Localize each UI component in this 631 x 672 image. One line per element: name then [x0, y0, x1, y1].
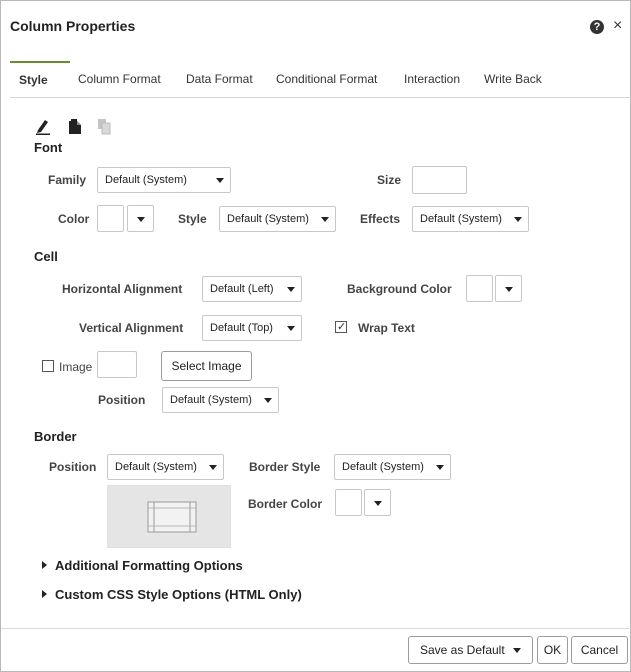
chevron-down-icon [209, 465, 217, 470]
font-effects-label: Effects [360, 212, 401, 226]
font-size-input[interactable] [412, 166, 467, 194]
tab-write-back[interactable]: Write Back [484, 61, 542, 97]
border-color-dropdown[interactable] [364, 489, 391, 516]
font-style-select[interactable]: Default (System) [219, 206, 336, 232]
chevron-down-icon [505, 287, 513, 292]
font-effects-value: Default (System) [420, 213, 502, 225]
additional-formatting-label: Additional Formatting Options [55, 558, 243, 573]
border-position-label: Position [49, 460, 97, 474]
font-effects-select[interactable]: Default (System) [412, 206, 529, 232]
image-label: Image [59, 360, 93, 374]
chevron-down-icon [514, 217, 522, 222]
font-family-label: Family [48, 173, 87, 187]
font-size-label: Size [377, 173, 402, 187]
background-color-label: Background Color [347, 282, 452, 296]
vertical-alignment-label: Vertical Alignment [79, 321, 184, 335]
save-as-default-button[interactable]: Save as Default [408, 636, 533, 664]
image-preview-box [97, 351, 137, 378]
tab-conditional-format[interactable]: Conditional Format [276, 61, 377, 97]
font-color-label: Color [58, 212, 90, 226]
custom-css-expander[interactable]: Custom CSS Style Options (HTML Only) [42, 587, 302, 602]
additional-formatting-expander[interactable]: Additional Formatting Options [42, 558, 243, 573]
edit-icon[interactable] [35, 118, 51, 135]
column-properties-dialog: Column Properties ? × Style Column Forma… [0, 0, 631, 672]
border-style-select[interactable]: Default (System) [334, 454, 451, 480]
font-family-value: Default (System) [105, 174, 187, 186]
image-position-label: Position [98, 393, 146, 407]
custom-css-label: Custom CSS Style Options (HTML Only) [55, 587, 302, 602]
ok-button[interactable]: OK [537, 636, 568, 664]
background-color-dropdown[interactable] [495, 275, 522, 302]
image-checkbox[interactable] [42, 360, 54, 372]
font-style-label: Style [178, 212, 207, 226]
border-style-label: Border Style [249, 460, 321, 474]
horizontal-alignment-select[interactable]: Default (Left) [202, 276, 302, 302]
paste-icon[interactable] [67, 118, 83, 135]
image-position-value: Default (System) [170, 394, 252, 406]
checkmark-icon: ✓ [337, 321, 347, 333]
border-position-value: Default (System) [115, 461, 197, 473]
chevron-down-icon [513, 648, 522, 653]
select-image-button[interactable]: Select Image [161, 351, 252, 381]
vertical-alignment-value: Default (Top) [210, 322, 273, 334]
dialog-title: Column Properties [10, 18, 136, 34]
border-preview[interactable] [107, 485, 231, 548]
chevron-down-icon [264, 398, 272, 403]
font-style-value: Default (System) [227, 213, 309, 225]
wrap-text-checkbox[interactable]: ✓ [335, 321, 347, 333]
horizontal-alignment-value: Default (Left) [210, 283, 274, 295]
cell-section-title: Cell [34, 249, 58, 264]
border-section-title: Border [34, 429, 77, 444]
tab-column-format[interactable]: Column Format [78, 61, 161, 97]
border-preview-cell-icon [147, 501, 197, 533]
wrap-text-label: Wrap Text [358, 321, 415, 335]
chevron-down-icon [374, 501, 382, 506]
tab-style[interactable]: Style [10, 61, 70, 97]
footer-divider [1, 628, 631, 629]
border-style-value: Default (System) [342, 461, 424, 473]
background-color-swatch[interactable] [466, 275, 493, 302]
border-color-swatch[interactable] [335, 489, 362, 516]
chevron-down-icon [321, 217, 329, 222]
border-position-select[interactable]: Default (System) [107, 454, 224, 480]
font-color-dropdown[interactable] [127, 205, 154, 232]
tab-interaction[interactable]: Interaction [404, 61, 460, 97]
close-icon[interactable]: × [613, 16, 622, 36]
copy-icon-disabled [98, 119, 111, 135]
chevron-down-icon [436, 465, 444, 470]
chevron-down-icon [287, 287, 295, 292]
triangle-right-icon [42, 590, 47, 598]
triangle-right-icon [42, 561, 47, 569]
tab-data-format[interactable]: Data Format [186, 61, 253, 97]
tabs-divider [10, 97, 631, 98]
cancel-button[interactable]: Cancel [571, 636, 628, 664]
horizontal-alignment-label: Horizontal Alignment [62, 282, 183, 296]
save-as-default-label: Save as Default [419, 643, 505, 657]
chevron-down-icon [137, 217, 145, 222]
font-color-swatch[interactable] [97, 205, 124, 232]
font-family-select[interactable]: Default (System) [97, 167, 231, 193]
chevron-down-icon [216, 178, 224, 183]
border-color-label: Border Color [248, 497, 323, 511]
image-position-select[interactable]: Default (System) [162, 387, 279, 413]
font-section-title: Font [34, 140, 63, 155]
vertical-alignment-select[interactable]: Default (Top) [202, 315, 302, 341]
chevron-down-icon [287, 326, 295, 331]
help-icon[interactable]: ? [590, 20, 604, 34]
